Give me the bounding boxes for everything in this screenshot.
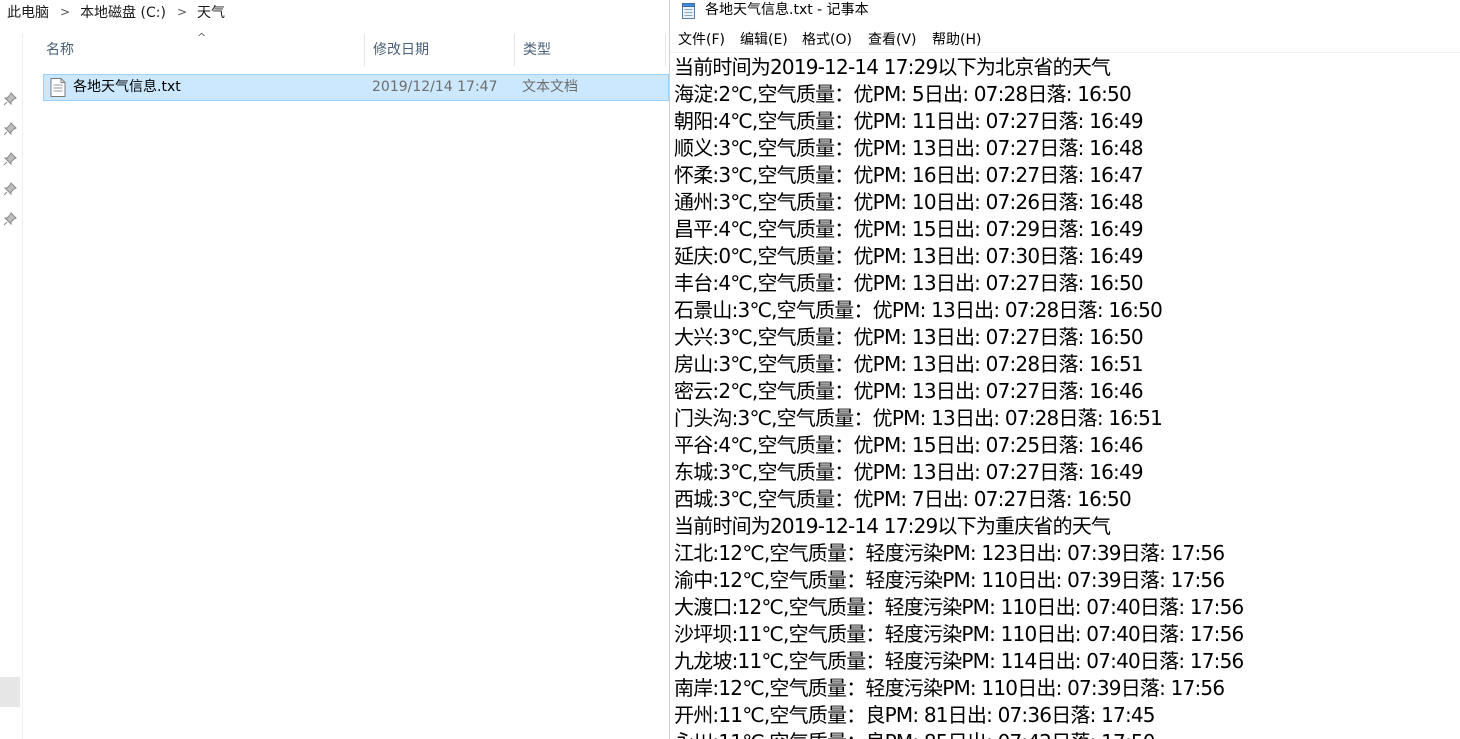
text-line: 九龙坡:11℃,空气质量：轻度污染PM: 114日出: 07:40日落: 17:… bbox=[674, 649, 1244, 673]
text-line: 大渡口:12℃,空气质量：轻度污染PM: 110日出: 07:40日落: 17:… bbox=[674, 595, 1244, 619]
chevron-right-icon[interactable]: > bbox=[60, 5, 70, 19]
text-file-icon bbox=[50, 78, 66, 97]
file-modified-date: 2019/12/14 17:47 bbox=[372, 79, 498, 95]
pin-icon[interactable] bbox=[3, 152, 17, 166]
file-row-selected[interactable]: 各地天气信息.txt 2019/12/14 17:47 文本文档 bbox=[43, 74, 669, 101]
pin-icon[interactable] bbox=[3, 212, 17, 226]
text-line: 丰台:4℃,空气质量：优PM: 13日出: 07:27日落: 16:50 bbox=[674, 271, 1144, 295]
chevron-right-icon[interactable]: > bbox=[177, 5, 187, 19]
text-line: 朝阳:4℃,空气质量：优PM: 11日出: 07:27日落: 16:49 bbox=[674, 109, 1144, 133]
pin-icon[interactable] bbox=[3, 182, 17, 196]
nav-scrollbar-thumb[interactable] bbox=[0, 677, 20, 707]
pin-icon[interactable] bbox=[3, 122, 17, 136]
text-line: 大兴:3℃,空气质量：优PM: 13日出: 07:27日落: 16:50 bbox=[674, 325, 1144, 349]
text-line: 平谷:4℃,空气质量：优PM: 15日出: 07:25日落: 16:46 bbox=[674, 433, 1144, 457]
text-line: 怀柔:3℃,空气质量：优PM: 16日出: 07:27日落: 16:47 bbox=[674, 163, 1144, 187]
text-line: 石景山:3℃,空气质量：优PM: 13日出: 07:28日落: 16:50 bbox=[674, 298, 1163, 322]
text-line: 渝中:12℃,空气质量：轻度污染PM: 110日出: 07:39日落: 17:5… bbox=[674, 568, 1225, 592]
menu-edit[interactable]: 编辑(E) bbox=[740, 28, 788, 52]
text-line: 永川:11℃,空气质量：良PM: 85日出: 07:42日落: 17:50 bbox=[674, 729, 1454, 739]
text-editor-area[interactable]: 当前时间为2019-12-14 17:29以下为北京省的天气 海淀:2℃,空气质… bbox=[674, 54, 1454, 739]
sort-ascending-icon: ^ bbox=[197, 31, 207, 44]
notepad-titlebar[interactable]: 各地天气信息.txt - 记事本 bbox=[670, 0, 1460, 23]
window-title: 各地天气信息.txt - 记事本 bbox=[705, 2, 869, 18]
file-name: 各地天气信息.txt bbox=[73, 79, 181, 95]
file-explorer-window: 此电脑 > 本地磁盘 (C:) > 天气 名称 ^ 修改日期 类型 各地天气信息… bbox=[0, 0, 669, 739]
breadcrumb-weather-folder[interactable]: 天气 bbox=[197, 2, 225, 22]
text-line: 房山:3℃,空气质量：优PM: 13日出: 07:28日落: 16:51 bbox=[674, 352, 1144, 376]
notepad-icon bbox=[682, 3, 695, 19]
column-divider[interactable] bbox=[665, 34, 666, 66]
text-line: 海淀:2℃,空气质量：优PM: 5日出: 07:28日落: 16:50 bbox=[674, 82, 1132, 106]
text-line: 南岸:12℃,空气质量：轻度污染PM: 110日出: 07:39日落: 17:5… bbox=[674, 676, 1225, 700]
text-line: 当前时间为2019-12-14 17:29以下为北京省的天气 bbox=[674, 55, 1111, 79]
text-line: 当前时间为2019-12-14 17:29以下为重庆省的天气 bbox=[674, 514, 1111, 538]
breadcrumb: 此电脑 > 本地磁盘 (C:) > 天气 bbox=[0, 0, 669, 24]
text-line: 延庆:0℃,空气质量：优PM: 13日出: 07:30日落: 16:49 bbox=[674, 244, 1144, 268]
text-line: 通州:3℃,空气质量：优PM: 10日出: 07:26日落: 16:48 bbox=[674, 190, 1144, 214]
breadcrumb-this-pc[interactable]: 此电脑 bbox=[7, 2, 49, 22]
text-line: 江北:12℃,空气质量：轻度污染PM: 123日出: 07:39日落: 17:5… bbox=[674, 541, 1225, 565]
menu-format[interactable]: 格式(O) bbox=[802, 28, 852, 52]
column-header-modified[interactable]: 修改日期 bbox=[365, 34, 513, 66]
notepad-window: 各地天气信息.txt - 记事本 文件(F) 编辑(E) 格式(O) 查看(V)… bbox=[669, 0, 1460, 739]
file-type: 文本文档 bbox=[522, 79, 578, 95]
menu-help[interactable]: 帮助(H) bbox=[932, 28, 981, 52]
text-line: 开州:11℃,空气质量：良PM: 81日出: 07:36日落: 17:45 bbox=[674, 703, 1156, 727]
text-line: 昌平:4℃,空气质量：优PM: 15日出: 07:29日落: 16:49 bbox=[674, 217, 1144, 241]
column-headers: 名称 ^ 修改日期 类型 bbox=[22, 31, 669, 66]
pin-icon[interactable] bbox=[3, 92, 17, 106]
navigation-pane bbox=[0, 34, 23, 739]
text-line: 沙坪坝:11℃,空气质量：轻度污染PM: 110日出: 07:40日落: 17:… bbox=[674, 622, 1244, 646]
menu-bar: 文件(F) 编辑(E) 格式(O) 查看(V) 帮助(H) bbox=[670, 28, 1460, 53]
text-line: 门头沟:3℃,空气质量：优PM: 13日出: 07:28日落: 16:51 bbox=[674, 406, 1163, 430]
text-line: 顺义:3℃,空气质量：优PM: 13日出: 07:27日落: 16:48 bbox=[674, 136, 1144, 160]
menu-view[interactable]: 查看(V) bbox=[868, 28, 917, 52]
breadcrumb-local-disk[interactable]: 本地磁盘 (C:) bbox=[80, 2, 166, 22]
menu-file[interactable]: 文件(F) bbox=[678, 28, 725, 52]
text-line: 西城:3℃,空气质量：优PM: 7日出: 07:27日落: 16:50 bbox=[674, 487, 1132, 511]
text-line: 密云:2℃,空气质量：优PM: 13日出: 07:27日落: 16:46 bbox=[674, 379, 1144, 403]
column-header-type[interactable]: 类型 bbox=[515, 34, 665, 66]
text-line: 东城:3℃,空气质量：优PM: 13日出: 07:27日落: 16:49 bbox=[674, 460, 1144, 484]
